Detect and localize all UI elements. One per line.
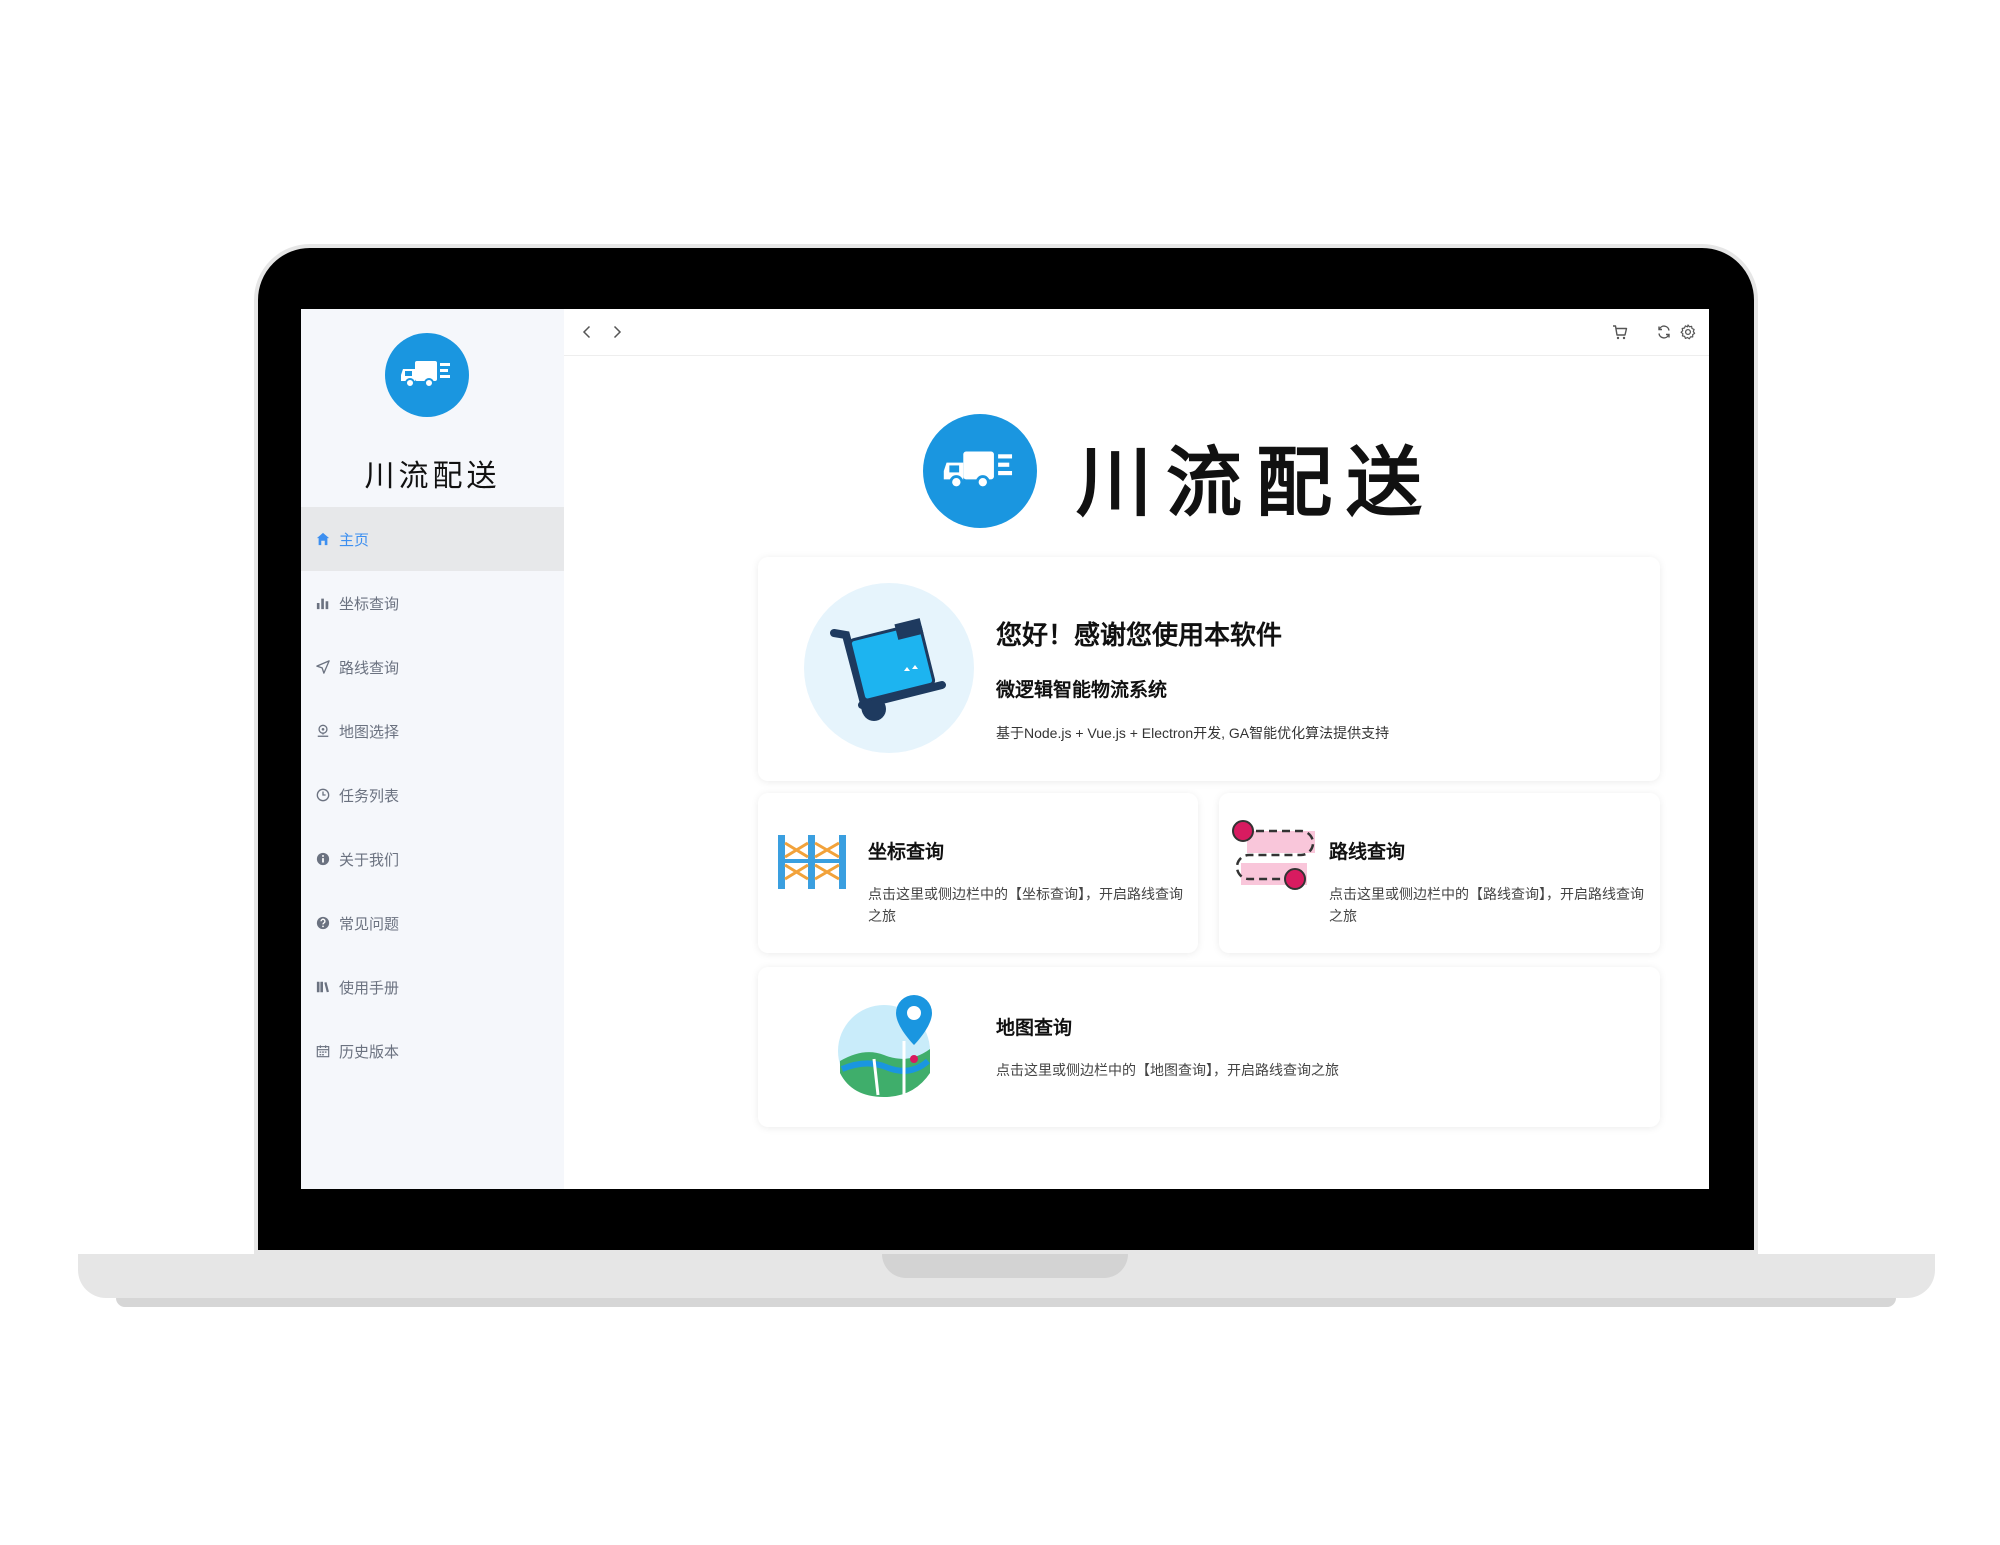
main-content: 川流配送 您好！感谢您使用本软件 微逻辑智能物流系统 基于Node.js + V… bbox=[564, 309, 1709, 1189]
map-location-icon bbox=[838, 995, 932, 1097]
truck-logo-icon bbox=[385, 333, 469, 417]
sidebar-item-home[interactable]: 主页 bbox=[301, 507, 564, 571]
route-query-card[interactable]: 路线查询 点击这里或侧边栏中的【路线查询】，开启路线查询之旅 bbox=[1219, 793, 1660, 953]
sidebar-item-map-select[interactable]: 地图选择 bbox=[301, 699, 564, 763]
sidebar: 川流配送 主页 坐标查询 路线查询 地图选择 任务列表 关于我们 常见问题 使用… bbox=[301, 309, 564, 1189]
sidebar-item-label: 主页 bbox=[339, 531, 370, 549]
home-icon bbox=[315, 531, 331, 547]
sidebar-nav: 主页 坐标查询 路线查询 地图选择 任务列表 关于我们 常见问题 使用手册 历史… bbox=[301, 507, 564, 1083]
route-card-title: 路线查询 bbox=[1329, 842, 1406, 863]
question-icon bbox=[315, 915, 331, 931]
sidebar-item-label: 常见问题 bbox=[339, 915, 400, 933]
cart-icon bbox=[1613, 325, 1628, 340]
welcome-description: 基于Node.js + Vue.js + Electron开发, GA智能优化算… bbox=[996, 725, 1390, 741]
hero-truck-logo-icon bbox=[923, 414, 1037, 528]
bar-chart-icon bbox=[315, 595, 331, 611]
map-card-title: 地图查询 bbox=[996, 1018, 1073, 1039]
sidebar-item-coord-query[interactable]: 坐标查询 bbox=[301, 571, 564, 635]
welcome-subheading: 微逻辑智能物流系统 bbox=[996, 680, 1168, 701]
sidebar-item-label: 关于我们 bbox=[339, 851, 400, 869]
sidebar-item-task-list[interactable]: 任务列表 bbox=[301, 763, 564, 827]
laptop-shadow bbox=[116, 1298, 1896, 1307]
sidebar-item-manual[interactable]: 使用手册 bbox=[301, 955, 564, 1019]
coord-card-title: 坐标查询 bbox=[868, 842, 945, 863]
settings-button[interactable] bbox=[1677, 321, 1699, 343]
refresh-button[interactable] bbox=[1653, 321, 1675, 343]
sidebar-item-label: 使用手册 bbox=[339, 979, 400, 997]
sidebar-item-about-us[interactable]: 关于我们 bbox=[301, 827, 564, 891]
map-query-card[interactable]: 地图查询 点击这里或侧边栏中的【地图查询】，开启路线查询之旅 bbox=[758, 967, 1660, 1127]
chevron-right-icon bbox=[613, 325, 622, 339]
top-toolbar bbox=[564, 309, 1709, 356]
chevron-left-icon bbox=[582, 325, 591, 339]
info-icon bbox=[315, 851, 331, 867]
coord-card-description: 点击这里或侧边栏中的【坐标查询】，开启路线查询之旅 bbox=[868, 886, 1183, 924]
route-card-description: 点击这里或侧边栏中的【路线查询】，开启路线查询之旅 bbox=[1329, 886, 1644, 924]
route-path-icon bbox=[1232, 820, 1315, 890]
back-button[interactable] bbox=[576, 321, 598, 343]
cart-button[interactable] bbox=[1609, 321, 1631, 343]
page-title: 川流配送 bbox=[1076, 438, 1436, 527]
sidebar-item-label: 路线查询 bbox=[339, 659, 400, 677]
settings-icon bbox=[1680, 324, 1696, 340]
sidebar-item-route-query[interactable]: 路线查询 bbox=[301, 635, 564, 699]
sidebar-item-label: 坐标查询 bbox=[339, 595, 400, 613]
refresh-icon bbox=[1658, 325, 1670, 339]
sidebar-item-faq[interactable]: 常见问题 bbox=[301, 891, 564, 955]
sidebar-item-label: 地图选择 bbox=[339, 723, 400, 741]
calendar-icon bbox=[315, 1043, 331, 1059]
sidebar-item-history[interactable]: 历史版本 bbox=[301, 1019, 564, 1083]
shelving-icon bbox=[778, 835, 846, 889]
delivery-cart-icon bbox=[804, 583, 974, 753]
welcome-card: 您好！感谢您使用本软件 微逻辑智能物流系统 基于Node.js + Vue.js… bbox=[758, 557, 1660, 781]
clock-icon bbox=[315, 787, 331, 803]
laptop-notch bbox=[882, 1254, 1128, 1278]
welcome-heading: 您好！感谢您使用本软件 bbox=[996, 620, 1283, 650]
book-icon bbox=[315, 979, 331, 995]
sidebar-item-label: 任务列表 bbox=[339, 787, 400, 805]
forward-button[interactable] bbox=[606, 321, 628, 343]
map-card-description: 点击这里或侧边栏中的【地图查询】，开启路线查询之旅 bbox=[996, 1062, 1339, 1078]
sidebar-brand: 川流配送 bbox=[364, 459, 501, 494]
sidebar-item-label: 历史版本 bbox=[339, 1043, 400, 1061]
map-pin-icon bbox=[315, 723, 331, 739]
navigation-icon bbox=[315, 659, 331, 675]
coord-query-card[interactable]: 坐标查询 点击这里或侧边栏中的【坐标查询】，开启路线查询之旅 bbox=[758, 793, 1198, 953]
app-window: 川流配送 主页 坐标查询 路线查询 地图选择 任务列表 关于我们 常见问题 使用… bbox=[301, 309, 1709, 1189]
